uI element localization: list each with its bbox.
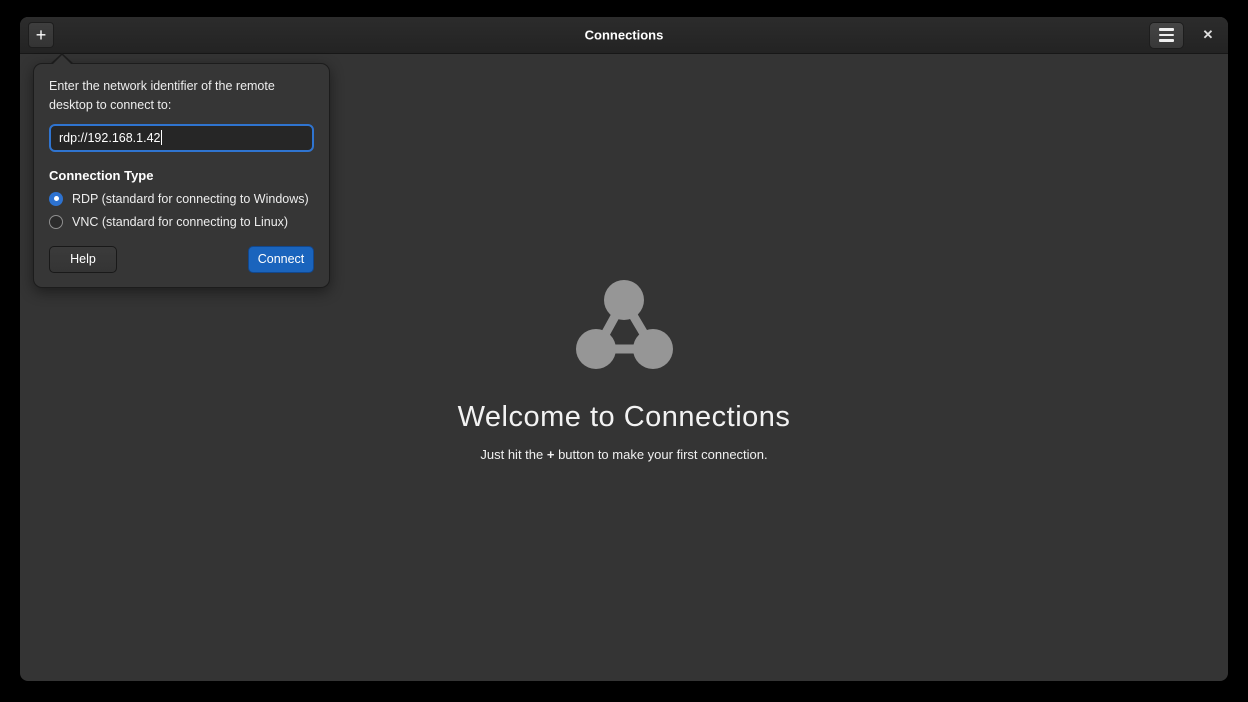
app-window: + Connections ✕ Enter the network identi… xyxy=(20,17,1228,681)
plus-icon: + xyxy=(35,25,47,45)
address-prompt-label: Enter the network identifier of the remo… xyxy=(49,79,275,112)
welcome-empty-state: Welcome to Connections Just hit the + bu… xyxy=(20,280,1228,462)
connection-type-heading: Connection Type xyxy=(49,167,154,183)
text-caret xyxy=(161,130,163,145)
radio-option-rdp-label: RDP (standard for connecting to Windows) xyxy=(72,191,309,206)
welcome-title: Welcome to Connections xyxy=(457,401,791,433)
radio-option-vnc-label: VNC (standard for connecting to Linux) xyxy=(72,214,289,229)
popover-button-row: Help Connect xyxy=(49,245,314,273)
welcome-hint: Just hit the + button to make your first… xyxy=(480,447,768,462)
window-title: Connections xyxy=(584,27,664,43)
close-window-button[interactable]: ✕ xyxy=(1196,23,1220,47)
address-input[interactable]: rdp://192.168.1.42 xyxy=(49,123,314,152)
network-nodes-icon xyxy=(575,280,673,369)
address-input-value: rdp://192.168.1.42 xyxy=(59,130,161,145)
close-icon: ✕ xyxy=(1202,27,1214,42)
titlebar: + Connections ✕ xyxy=(20,17,1228,54)
radio-unselected-icon xyxy=(49,214,63,229)
radio-option-rdp[interactable]: RDP (standard for connecting to Windows) xyxy=(49,191,314,206)
connect-button[interactable]: Connect xyxy=(248,245,314,273)
add-connection-button[interactable]: + xyxy=(28,22,54,48)
radio-selected-icon xyxy=(49,191,63,206)
new-connection-popover: Enter the network identifier of the remo… xyxy=(33,53,330,288)
help-button[interactable]: Help xyxy=(49,245,117,273)
radio-option-vnc[interactable]: VNC (standard for connecting to Linux) xyxy=(49,214,314,229)
hamburger-icon xyxy=(1159,28,1174,31)
titlebar-actions: ✕ xyxy=(1149,21,1220,49)
main-menu-button[interactable] xyxy=(1149,21,1184,49)
